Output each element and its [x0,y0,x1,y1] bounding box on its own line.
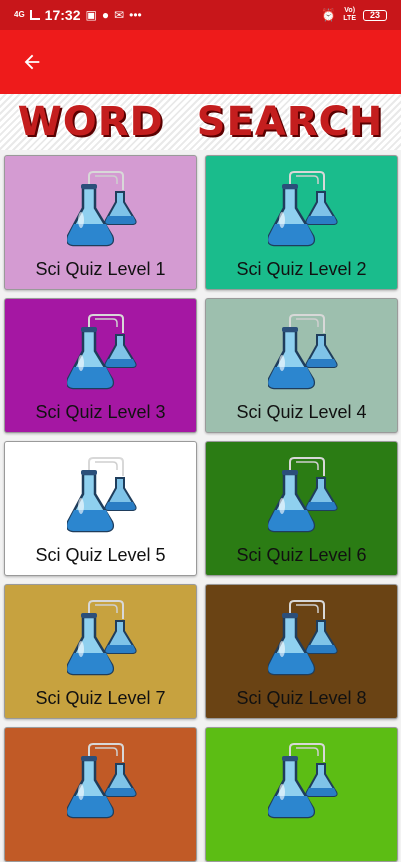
battery-level: 23 [369,10,380,20]
level-label: Sci Quiz Level 6 [236,545,367,565]
level-card-4[interactable]: Sci Quiz Level 4 [205,298,398,433]
level-label: Sci Quiz Level 3 [35,402,166,422]
arrow-left-icon [24,54,40,70]
flask-icon [67,314,137,390]
flask-icon [268,171,338,247]
screenshot-icon: ▣ [85,8,97,22]
app-bar [0,30,401,94]
level-card-9[interactable] [4,727,197,862]
level-label: Sci Quiz Level 7 [35,688,166,708]
clock: 17:32 [44,7,81,23]
signal-icon [29,10,40,20]
level-grid: Sci Quiz Level 1 Sci Quiz Level 2 Sci Qu… [4,155,398,862]
title-banner: WORD SEARCH [0,94,401,150]
back-button[interactable] [14,44,50,80]
flask-icon [67,171,137,247]
level-card-6[interactable]: Sci Quiz Level 6 [205,441,398,576]
level-label: Sci Quiz Level 2 [236,259,367,279]
level-card-3[interactable]: Sci Quiz Level 3 [4,298,197,433]
level-card-8[interactable]: Sci Quiz Level 8 [205,584,398,719]
network-type: 4G [14,10,25,19]
chat-icon: ● [101,8,110,22]
level-label: Sci Quiz Level 1 [35,259,166,279]
mail-icon: ✉ [114,8,125,22]
lte-label: LTE [343,15,356,22]
level-card-1[interactable]: Sci Quiz Level 1 [4,155,197,290]
flask-icon [268,314,338,390]
flask-icon [67,743,137,819]
level-label: Sci Quiz Level 4 [236,402,367,422]
alarm-icon: ⏰ [321,8,337,22]
level-card-10[interactable] [205,727,398,862]
flask-icon [268,743,338,819]
level-label: Sci Quiz Level 5 [35,545,166,565]
flask-icon [67,457,137,533]
flask-icon [268,600,338,676]
level-card-5[interactable]: Sci Quiz Level 5 [4,441,197,576]
level-label: Sci Quiz Level 8 [236,688,367,708]
battery-icon: 23 [363,9,387,21]
status-bar: 4G 17:32 ▣ ● ✉ ••• ⏰ Vo) LTE 23 [0,0,401,30]
more-icon: ••• [129,8,142,22]
level-card-7[interactable]: Sci Quiz Level 7 [4,584,197,719]
flask-icon [268,457,338,533]
page-title: WORD SEARCH [17,99,384,145]
flask-icon [67,600,137,676]
volte-label: Vo) [344,7,356,14]
level-card-2[interactable]: Sci Quiz Level 2 [205,155,398,290]
volte-indicator: Vo) LTE [343,7,356,23]
